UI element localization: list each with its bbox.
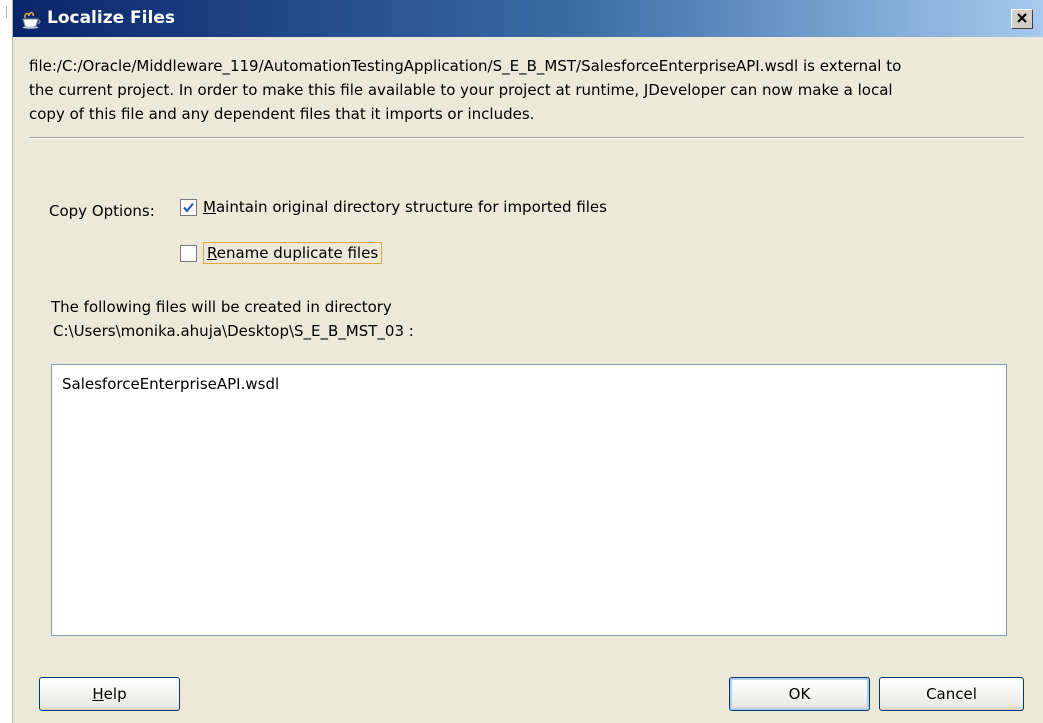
- dialog-title: Localize Files: [47, 8, 175, 28]
- directory-intro: The following files will be created in d…: [51, 298, 392, 316]
- list-item[interactable]: SalesforceEnterpriseAPI.wsdl: [62, 375, 279, 393]
- files-list[interactable]: SalesforceEnterpriseAPI.wsdl: [51, 364, 1007, 636]
- cancel-button[interactable]: Cancel: [879, 677, 1024, 711]
- ok-button[interactable]: OK: [729, 677, 870, 711]
- external-file-message: file:/C:/Oracle/Middleware_119/Automatio…: [29, 54, 1029, 126]
- maintain-structure-checkbox[interactable]: [180, 198, 197, 216]
- message-line: file:/C:/Oracle/Middleware_119/Automatio…: [29, 57, 902, 75]
- jdeveloper-cup-icon: [21, 9, 43, 29]
- message-line: copy of this file and any dependent file…: [29, 105, 535, 123]
- maintain-structure-label: Maintain original directory structure fo…: [203, 198, 607, 216]
- separator: [29, 137, 1024, 139]
- close-button[interactable]: [1011, 9, 1033, 29]
- help-button[interactable]: Help: [39, 677, 180, 711]
- window-edge-mark: [6, 6, 7, 18]
- rename-duplicates-label: Rename duplicate files: [203, 242, 383, 264]
- maintain-structure-option[interactable]: Maintain original directory structure fo…: [180, 198, 607, 216]
- rename-duplicates-checkbox[interactable]: [180, 244, 197, 262]
- localize-files-dialog: Localize Files file:/C:/Oracle/Middlewar…: [12, 0, 1043, 723]
- close-x-icon: [1016, 10, 1028, 28]
- title-bar[interactable]: Localize Files: [13, 0, 1043, 37]
- rename-duplicates-option[interactable]: Rename duplicate files: [180, 242, 383, 264]
- checkmark-icon: [183, 202, 194, 213]
- directory-path: C:\Users\monika.ahuja\Desktop\S_E_B_MST_…: [53, 322, 414, 340]
- copy-options-label: Copy Options:: [49, 202, 155, 220]
- message-line: the current project. In order to make th…: [29, 81, 893, 99]
